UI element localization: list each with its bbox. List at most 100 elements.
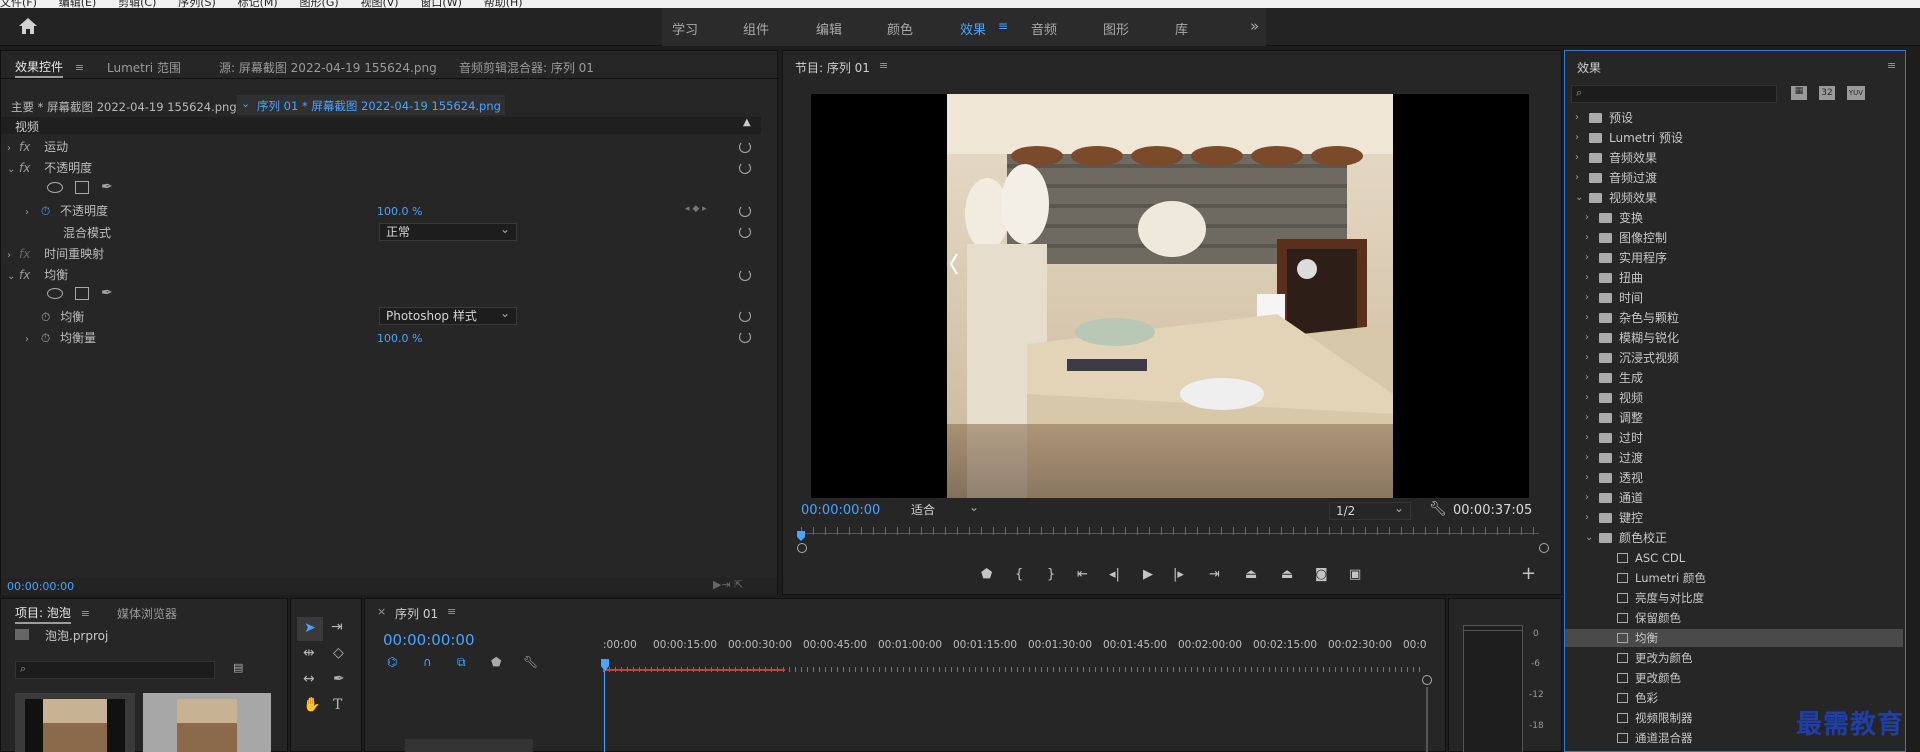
chevron-right-icon[interactable]: › <box>1575 169 1579 187</box>
chevron-right-icon[interactable]: › <box>1585 469 1589 487</box>
tab-project[interactable]: 项目: 泡泡 ≡ <box>15 604 90 624</box>
panel-menu-icon[interactable]: ≡ <box>447 605 456 618</box>
menu-sequence[interactable]: 序列(S) <box>178 0 216 8</box>
wrench-icon[interactable]: 🔧︎ <box>1429 501 1447 517</box>
menu-view[interactable]: 视图(V) <box>360 0 398 8</box>
tab-source[interactable]: 源: 屏幕截图 2022-04-19 155624.png <box>219 59 437 76</box>
zoom-handle[interactable] <box>1422 675 1432 685</box>
effects-tree-item[interactable]: 均衡 <box>1565 629 1903 647</box>
effects-tree-item[interactable]: › 过渡 <box>1565 449 1903 467</box>
program-title[interactable]: 节目: 序列 01 <box>795 59 870 76</box>
nest-toggle-icon[interactable]: ⌬ <box>387 655 397 669</box>
equalize-amount-value[interactable]: 100.0 % <box>377 332 422 345</box>
workspace-more-icon[interactable]: » <box>1250 17 1259 35</box>
chevron-right-icon[interactable]: › <box>1585 429 1589 447</box>
reset-icon[interactable] <box>739 269 751 281</box>
menu-edit[interactable]: 编辑(E) <box>59 0 97 8</box>
effect-row-time-remap[interactable]: › fx 时间重映射 <box>7 245 757 265</box>
ellipse-mask-icon[interactable] <box>47 288 63 299</box>
rectangle-mask-icon[interactable] <box>75 181 89 194</box>
workspace-tab-editing[interactable]: 编辑 <box>816 19 842 38</box>
accelerated-effects-icon[interactable]: ▦ <box>1791 86 1807 100</box>
add-marker-icon[interactable]: ⬟ <box>981 567 992 582</box>
reset-icon[interactable] <box>739 205 751 217</box>
add-button-icon[interactable]: + <box>1521 563 1536 584</box>
workspace-tab-learn[interactable]: 学习 <box>672 19 698 38</box>
workspace-tab-color[interactable]: 颜色 <box>887 19 913 38</box>
mark-in-icon[interactable]: { <box>1015 567 1023 582</box>
reset-icon[interactable] <box>739 141 751 153</box>
effects-tree-item[interactable]: › 时间 <box>1565 289 1903 307</box>
effects-tree-item[interactable]: › 预设 <box>1565 109 1903 127</box>
effects-tree-item[interactable]: › Lumetri 预设 <box>1565 129 1903 147</box>
panel-menu-icon[interactable]: ≡ <box>879 59 888 72</box>
chevron-right-icon[interactable]: › <box>1585 409 1589 427</box>
project-file-name[interactable]: 泡泡.prproj <box>45 627 108 644</box>
effects-tree-item[interactable]: Lumetri 颜色 <box>1565 569 1903 587</box>
chevron-right-icon[interactable]: › <box>1585 389 1589 407</box>
linked-selection-icon[interactable]: ⧉ <box>457 655 466 670</box>
ellipse-mask-icon[interactable] <box>47 182 63 193</box>
fx-icon[interactable]: fx <box>19 140 30 154</box>
effects-tree-item[interactable]: › 生成 <box>1565 369 1903 387</box>
opacity-value[interactable]: 100.0 % <box>377 205 422 218</box>
clip-thumbnail-2[interactable] <box>143 693 271 752</box>
track-select-tool-icon[interactable]: ⇥ <box>331 619 343 635</box>
lift-icon[interactable]: ⏏ <box>1245 567 1257 582</box>
menu-help[interactable]: 帮助(H) <box>484 0 523 8</box>
chevron-right-icon[interactable]: › <box>1585 289 1589 307</box>
chevron-right-icon[interactable]: › <box>1585 249 1589 267</box>
program-ruler[interactable] <box>801 527 1539 535</box>
slip-tool-icon[interactable]: ↔ <box>303 671 315 687</box>
effect-controls-timecode[interactable]: 00:00:00:00 <box>7 580 74 593</box>
reset-icon[interactable] <box>739 162 751 174</box>
project-search-input[interactable]: ⌕ <box>15 661 215 679</box>
fx-icon[interactable]: fx <box>19 268 30 282</box>
effects-tree-item[interactable]: › 音频效果 <box>1565 149 1903 167</box>
chevron-right-icon[interactable]: › <box>1575 149 1579 167</box>
workspace-tab-libraries[interactable]: 库 <box>1175 19 1188 38</box>
workspace-tab-audio[interactable]: 音频 <box>1031 19 1057 38</box>
effects-tree-item[interactable]: ⌄ 视频效果 <box>1565 189 1903 207</box>
new-bin-icon[interactable]: ▤ <box>233 661 243 674</box>
tab-audio-clip-mixer[interactable]: 音频剪辑混合器: 序列 01 <box>459 59 594 76</box>
effects-tree-item[interactable]: › 调整 <box>1565 409 1903 427</box>
chevron-right-icon[interactable]: › <box>1575 129 1579 147</box>
pen-tool-icon[interactable]: ✒ <box>333 671 345 687</box>
chevron-right-icon[interactable]: › <box>1575 109 1579 127</box>
reset-icon[interactable] <box>739 226 751 238</box>
chevron-right-icon[interactable]: › <box>1585 349 1589 367</box>
chevron-right-icon[interactable]: › <box>1585 309 1589 327</box>
close-icon[interactable]: × <box>377 605 386 618</box>
go-to-out-icon[interactable]: ⇥ <box>1209 567 1220 582</box>
chevron-right-icon[interactable]: › <box>1585 489 1589 507</box>
rectangle-mask-icon[interactable] <box>75 287 89 300</box>
selection-tool-icon[interactable]: ➤ <box>297 617 323 641</box>
mark-out-icon[interactable]: } <box>1047 567 1055 582</box>
keyframe-nav-icon[interactable]: ◂ ◆ ▸ <box>685 204 707 214</box>
effects-tree-item[interactable]: 保留颜色 <box>1565 609 1903 627</box>
clip-thumbnail-1[interactable] <box>15 693 135 752</box>
fx-icon[interactable]: fx <box>19 161 30 175</box>
chevron-right-icon[interactable]: › <box>1585 209 1589 227</box>
menu-window[interactable]: 窗口(W) <box>420 0 461 8</box>
32bit-effects-icon[interactable]: 32 <box>1819 86 1835 100</box>
workspace-tab-assembly[interactable]: 组件 <box>743 19 769 38</box>
chevron-down-icon[interactable]: ⌄ <box>1575 189 1583 207</box>
zoom-handle-right[interactable] <box>1539 543 1549 553</box>
chevron-down-icon[interactable]: ⌄ <box>1585 529 1593 547</box>
effects-tree-item[interactable]: › 沉浸式视频 <box>1565 349 1903 367</box>
reset-icon[interactable] <box>739 331 751 343</box>
chevron-right-icon[interactable]: › <box>1585 329 1589 347</box>
menu-file[interactable]: 文件(F) <box>0 0 37 8</box>
chevron-right-icon[interactable]: › <box>1585 369 1589 387</box>
effect-row-opacity[interactable]: ⌄ fx 不透明度 <box>7 159 757 179</box>
timeline-timecode[interactable]: 00:00:00:00 <box>383 631 475 649</box>
zoom-handle-left[interactable] <box>797 543 807 553</box>
chevron-right-icon[interactable]: › <box>1585 509 1589 527</box>
effects-tree-item[interactable]: 更改颜色 <box>1565 669 1903 687</box>
reset-icon[interactable] <box>739 310 751 322</box>
effects-tree-item[interactable]: 更改为颜色 <box>1565 649 1903 667</box>
razor-tool-icon[interactable]: ◇ <box>333 645 344 661</box>
effects-tree-item[interactable]: › 通道 <box>1565 489 1903 507</box>
